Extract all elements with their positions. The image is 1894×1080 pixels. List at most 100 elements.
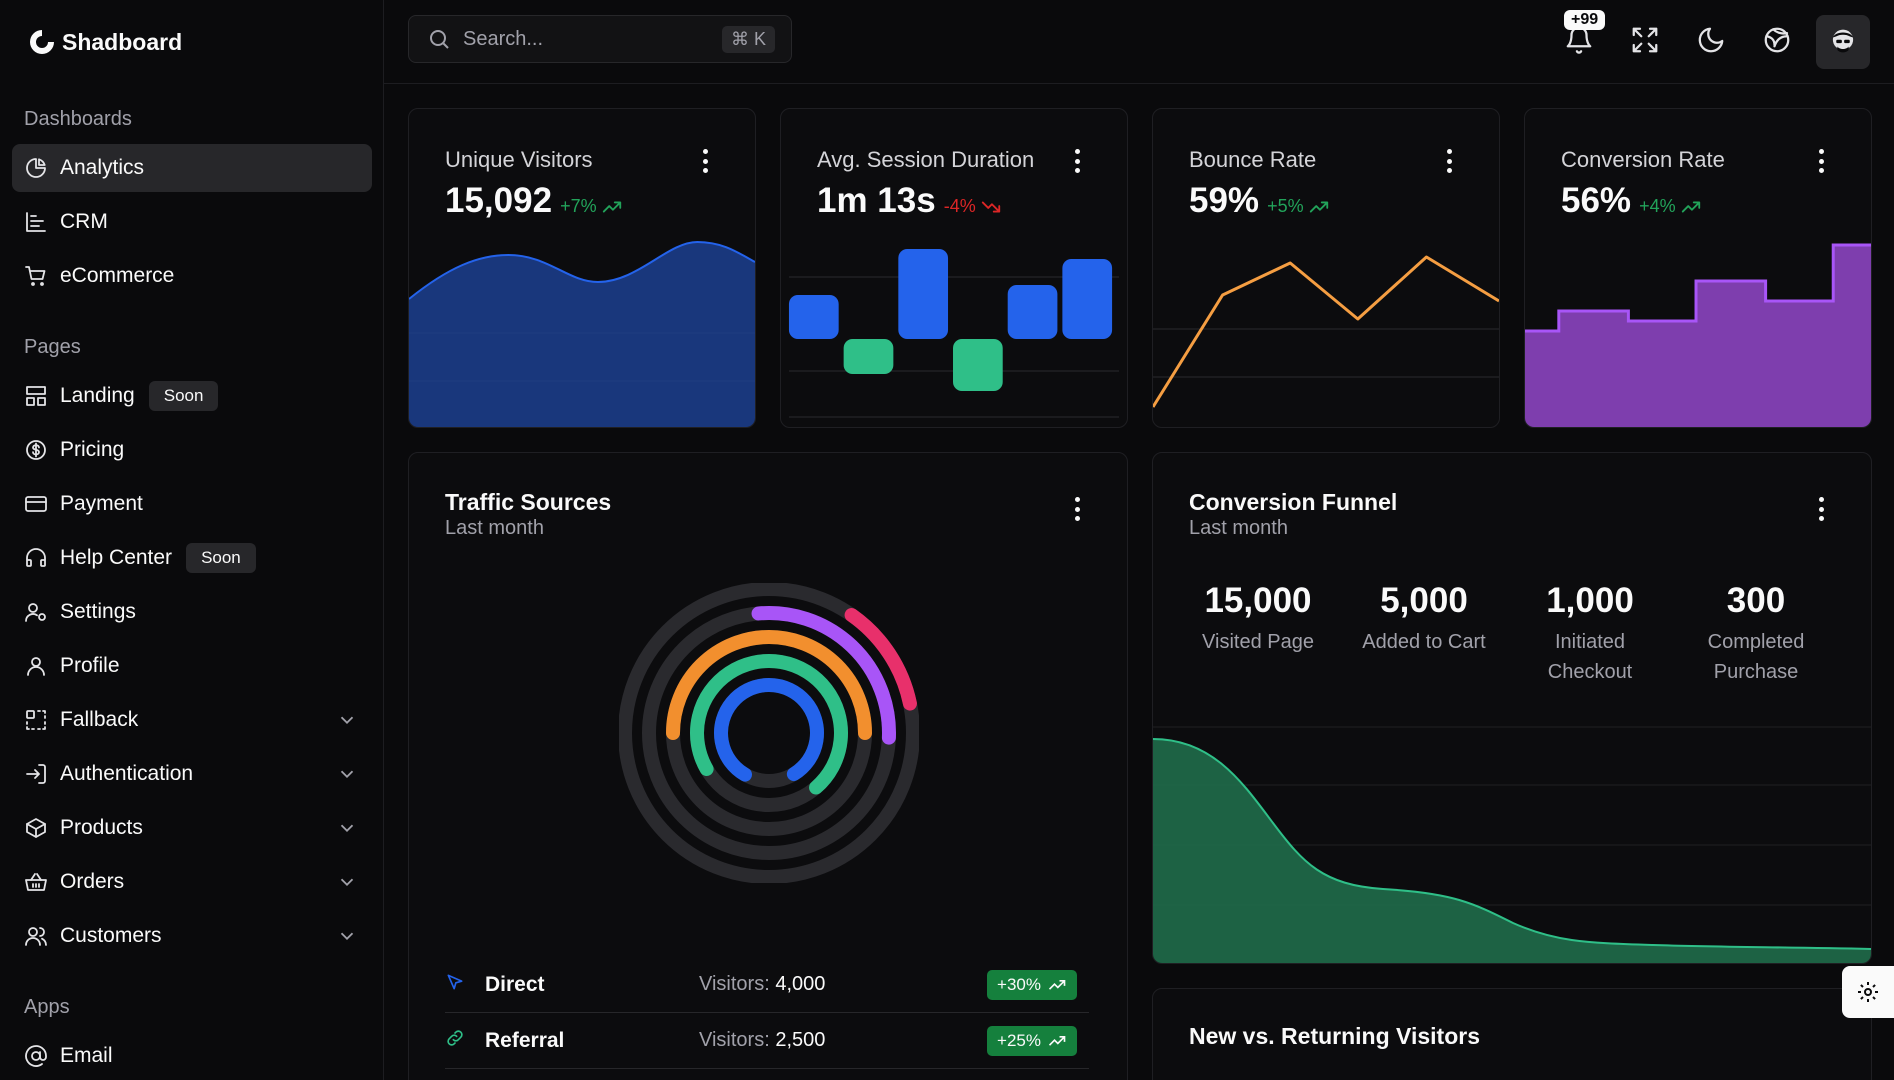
soon-badge: Soon [186,543,256,573]
card-title: New vs. Returning Visitors [1189,1023,1480,1049]
stage-value: 300 [1726,581,1786,620]
more-options-icon[interactable] [703,149,709,173]
more-options-icon[interactable] [1075,149,1081,173]
bounce-line-chart [1153,255,1499,408]
stat-value: 15,092 +7% [445,181,623,221]
chevron-down-icon [336,871,358,893]
avatar[interactable] [1816,15,1870,69]
funnel-stats: 15,000 Visited Page 5,000 Added to Cart … [1175,581,1855,687]
more-options-icon[interactable] [1447,149,1453,173]
sidebar-item-orders[interactable]: Orders [12,858,372,906]
sidebar-item-authentication[interactable]: Authentication [12,750,372,798]
trend-up-icon [1048,979,1066,990]
stat-value: 1m 13s -4% [817,181,1002,221]
funnel-stage: 300 Completed Purchase [1673,581,1839,687]
sidebar-item-ecommerce[interactable]: eCommerce [12,252,372,300]
sidebar-item-landing[interactable]: Landing Soon [12,372,372,420]
headset-icon [24,546,48,570]
sidebar-item-customers[interactable]: Customers [12,912,372,960]
stat-card-session-duration: Avg. Session Duration 1m 13s -4% [780,108,1128,428]
chart-bar-icon [24,210,48,234]
at-sign-icon [24,1044,48,1068]
sidebar-item-label: Help Center [60,546,173,569]
sidebar-item-label: eCommerce [60,264,175,287]
search-input[interactable]: Search... ⌘ K [408,15,792,63]
user-icon [24,654,48,678]
stat-card-bounce-rate: Bounce Rate 59% +5% [1152,108,1500,428]
funnel-area-chart [1153,726,1871,963]
sidebar-item-label: Products [60,816,143,839]
traffic-row-direct[interactable]: Direct Visitors: 4,000 +30% [445,957,1089,1013]
globe-icon[interactable] [1762,25,1792,55]
chevron-down-icon [336,709,358,731]
fullscreen-icon[interactable] [1630,25,1660,55]
sidebar-item-label: Authentication [60,762,194,785]
sidebar-item-label: Analytics [60,156,145,179]
stat-delta: +7% [560,196,623,218]
trend-up-icon [602,201,621,212]
delta-text: +4% [1639,196,1676,216]
sidebar-item-payment[interactable]: Payment [12,480,372,528]
stage-label: Added to Cart [1362,631,1486,653]
sidebar-item-label: Email [60,1044,113,1067]
trend-down-icon [981,201,1000,212]
customizer-button[interactable] [1842,966,1894,1018]
more-options-icon[interactable] [1075,497,1081,521]
more-options-icon[interactable] [1819,497,1825,521]
card-subtitle: Last month [1189,517,1288,539]
visitors-area-chart [409,240,755,427]
change-text: +30% [997,974,1041,994]
stage-label: Completed Purchase [1707,631,1805,683]
traffic-row-referral[interactable]: Referral Visitors: 2,500 +25% [445,1013,1089,1069]
sidebar-item-label: Pricing [60,438,125,461]
user-cog-icon [24,600,48,624]
sidebar-item-pricing[interactable]: Pricing [12,426,372,474]
section-dashboards: Dashboards [24,108,132,130]
sidebar-item-fallback[interactable]: Fallback [12,696,372,744]
sidebar-item-label: Settings [60,600,136,623]
search-icon [430,30,449,49]
sidebar-item-email[interactable]: Email [12,1032,372,1080]
basket-icon [24,870,48,894]
sidebar-item-label: Landing [60,384,135,407]
moon-icon[interactable] [1696,25,1726,55]
sidebar-item-help-center[interactable]: Help Center Soon [12,534,372,582]
package-icon [24,816,48,840]
card-title: Traffic Sources [445,489,612,515]
stat-card-conversion-rate: Conversion Rate 56% +4% [1524,108,1872,428]
top-header: Search... ⌘ K +99 [384,0,1894,84]
gear-icon [1858,982,1878,1002]
stat-delta: +5% [1267,196,1330,218]
cart-icon [24,264,48,288]
card-subtitle: Last month [445,517,544,539]
app-root: Shadboard Dashboards Analytics CRM eComm… [0,0,1894,1080]
traffic-sources-card: Traffic Sources Last month Direct Visito… [408,452,1128,1080]
trend-up-icon [1309,201,1328,212]
sidebar-item-profile[interactable]: Profile [12,642,372,690]
sidebar-item-settings[interactable]: Settings [12,588,372,636]
stage-label: Visited Page [1202,631,1314,653]
sidebar-item-products[interactable]: Products [12,804,372,852]
traffic-ring-arc [714,678,824,782]
fallback-icon [24,708,48,732]
credit-card-icon [24,492,48,516]
visitors-label: Visitors: [699,1029,770,1051]
brand-name: Shadboard [62,28,183,55]
more-options-icon[interactable] [1819,149,1825,173]
chart-pie-icon [24,156,48,180]
layout-icon [24,384,48,408]
sidebar-item-label: Fallback [60,708,139,731]
stat-number: 15,092 [445,181,553,220]
stat-title: Avg. Session Duration [817,147,1035,172]
brand-logo[interactable]: Shadboard [26,26,182,58]
soon-badge: Soon [148,381,219,411]
trend-up-icon [1681,201,1700,212]
stage-value: 1,000 [1546,581,1634,620]
sidebar-item-analytics[interactable]: Analytics [12,144,372,192]
sidebar: Shadboard Dashboards Analytics CRM eComm… [0,0,384,1080]
search-shortcut: ⌘ K [721,26,775,53]
dollar-circle-icon [24,438,48,462]
sidebar-item-crm[interactable]: CRM [12,198,372,246]
stat-title: Unique Visitors [445,147,593,172]
session-waterfall-chart [788,249,1120,418]
